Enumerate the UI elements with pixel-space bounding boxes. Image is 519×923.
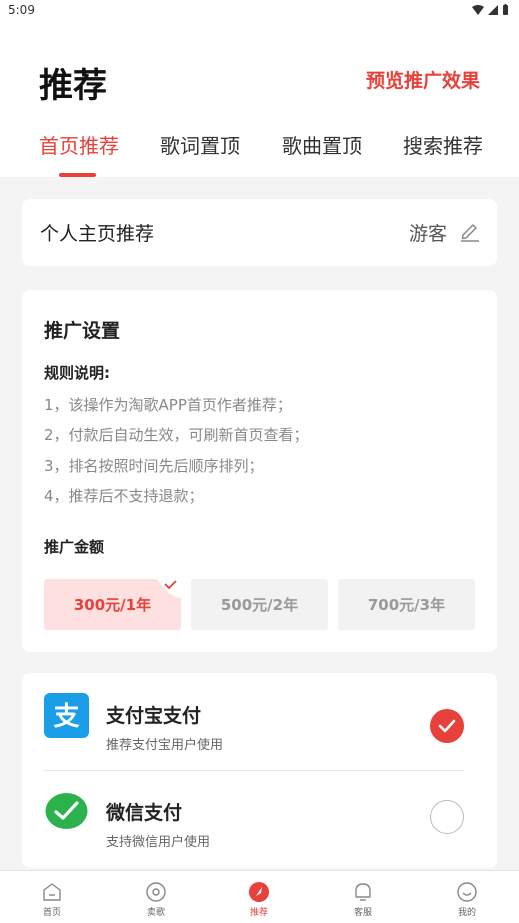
- svg-text:支: 支: [53, 702, 79, 732]
- rule-item: 1，该操作为淘歌APP首页作者推荐；: [44, 396, 292, 414]
- price-label: 300元/1年: [73, 596, 152, 614]
- check-icon: [438, 719, 456, 733]
- alipay-icon: 支: [44, 693, 89, 738]
- status-bar: 5:09: [0, 0, 519, 22]
- status-time: 5:09: [8, 3, 35, 17]
- page-title: 推荐: [39, 66, 107, 106]
- service-icon: [355, 883, 371, 901]
- payment-option-wechat[interactable]: 微信支付 支持微信用户使用: [22, 770, 497, 858]
- nav-item-service[interactable]: 客服: [311, 871, 415, 923]
- profile-recommend-card: 个人主页推荐 游客: [22, 199, 497, 266]
- nav-label: 推荐: [249, 908, 268, 918]
- signal-icon: [488, 4, 498, 15]
- radio-unselected[interactable]: [430, 800, 464, 834]
- tab-home-recommend[interactable]: 首页推荐: [39, 130, 119, 159]
- profile-icon: [457, 882, 477, 902]
- nav-label: 卖歌: [146, 908, 165, 918]
- tab-lyrics-top[interactable]: 歌词置顶: [160, 130, 240, 159]
- price-label: 500元/2年: [220, 596, 299, 614]
- profile-recommend-title: 个人主页推荐: [40, 223, 155, 245]
- wifi-icon: [472, 4, 484, 15]
- payment-desc: 支持微信用户使用: [106, 835, 211, 850]
- tab-indicator: [59, 173, 96, 177]
- price-option-3-year[interactable]: 700元/3年: [338, 579, 475, 630]
- payment-option-alipay[interactable]: 支 支付宝支付 推荐支付宝用户使用: [22, 673, 497, 761]
- tab-song-top[interactable]: 歌曲置顶: [282, 130, 362, 159]
- nav-item-recommend[interactable]: 推荐: [207, 871, 311, 923]
- price-option-2-year[interactable]: 500元/2年: [191, 579, 328, 630]
- tab-search-recommend[interactable]: 搜索推荐: [403, 130, 483, 159]
- payment-name: 微信支付: [106, 802, 183, 824]
- home-icon: [43, 883, 61, 901]
- nav-item-mine[interactable]: 我的: [415, 871, 519, 923]
- nav-label: 客服: [353, 908, 372, 918]
- price-label: 700元/3年: [367, 596, 446, 614]
- rule-item: 3，排名按照时间先后顺序排列；: [44, 457, 264, 475]
- payment-name: 支付宝支付: [106, 705, 202, 727]
- nav-item-home[interactable]: 首页: [0, 871, 104, 923]
- user-name: 游客: [408, 223, 447, 245]
- edit-icon[interactable]: [459, 220, 481, 242]
- promotion-settings-card: 推广设置 规则说明: 1，该操作为淘歌APP首页作者推荐； 2，付款后自动生效，…: [22, 290, 497, 652]
- recommend-icon: [249, 882, 269, 902]
- tab-bar: 首页推荐 歌词置顶 歌曲置顶 搜索推荐: [0, 130, 519, 177]
- payment-desc: 推荐支付宝用户使用: [106, 738, 224, 753]
- rules-title: 规则说明:: [44, 364, 110, 382]
- radio-selected[interactable]: [430, 709, 464, 743]
- bottom-nav: 首页 卖歌 推荐 客服 我的: [0, 870, 519, 923]
- price-option-1-year[interactable]: 300元/1年: [44, 578, 182, 630]
- rule-item: 4，推荐后不支持退款；: [44, 487, 204, 505]
- header: 推荐 预览推广效果 首页推荐 歌词置顶 歌曲置顶 搜索推荐: [0, 22, 519, 177]
- nav-label: 首页: [42, 908, 61, 918]
- preview-effect-link[interactable]: 预览推广效果: [366, 66, 480, 93]
- settings-title: 推广设置: [44, 320, 121, 342]
- payment-card: 支 支付宝支付 推荐支付宝用户使用 微信支付 支持微信用户使用: [22, 673, 497, 868]
- nav-label: 我的: [457, 908, 476, 918]
- status-icons: [472, 4, 509, 15]
- check-icon: [156, 578, 182, 598]
- wechat-icon: [45, 793, 88, 829]
- amount-title: 推广金额: [44, 538, 105, 556]
- nav-item-sell-song[interactable]: 卖歌: [104, 871, 208, 923]
- disc-icon: [146, 882, 166, 902]
- rule-item: 2，付款后自动生效，可刷新首页查看；: [44, 426, 309, 444]
- battery-icon: [503, 4, 508, 15]
